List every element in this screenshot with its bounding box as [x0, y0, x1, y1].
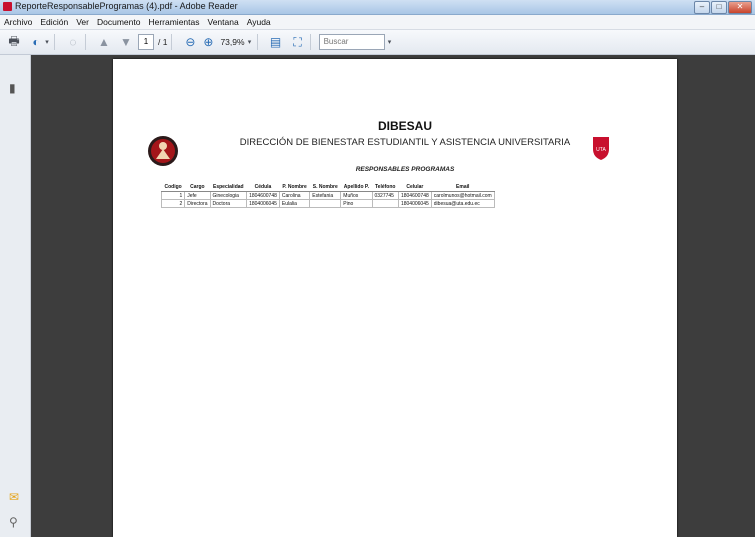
menu-documento[interactable]: Documento	[93, 17, 144, 27]
fit-page-icon[interactable]: ⛶	[290, 34, 306, 50]
menu-edicion[interactable]: Edición	[36, 17, 72, 27]
toolbar-separator	[309, 34, 311, 50]
table-cell: 2	[160, 199, 186, 208]
menu-bar: Archivo Edición Ver Documento Herramient…	[0, 15, 755, 30]
window-controls: – □ ✕	[694, 1, 752, 14]
table-cell: Pino	[340, 199, 373, 208]
comment-icon[interactable]: ◌	[65, 34, 81, 50]
table-cell: 1804600748	[246, 191, 280, 200]
comments-icon[interactable]: ✉	[9, 490, 19, 504]
page-number-input[interactable]: 1	[138, 34, 154, 50]
next-page-icon[interactable]: ▼	[118, 34, 134, 50]
document-subtitle: DIRECCIÓN DE BIENESTAR ESTUDIANTIL Y ASI…	[239, 137, 571, 148]
zoom-out-icon[interactable]: ⊖	[182, 34, 198, 50]
pdf-page: UTA DIBESAU DIRECCIÓN DE BIENESTAR ESTUD…	[113, 59, 677, 537]
search-input[interactable]: Buscar	[318, 34, 385, 50]
share-icon[interactable]: ◐	[28, 34, 44, 50]
close-button[interactable]: ✕	[728, 1, 752, 14]
adobe-reader-icon	[3, 2, 12, 11]
pages-icon[interactable]: ▮	[9, 81, 16, 95]
table-cell: Doctora	[209, 199, 248, 208]
table-cell: 1804006045	[246, 199, 280, 208]
table-header-row: Codigo Cargo Especialidad Cédula P. Nomb…	[161, 183, 495, 192]
attachments-icon[interactable]: ⚲	[9, 515, 18, 529]
column-header: Cargo	[184, 183, 211, 192]
table-cell: Jefe	[184, 191, 211, 200]
column-header: Email	[431, 183, 495, 192]
table-cell	[371, 199, 399, 208]
section-title: RESPONSABLES PROGRAMAS	[355, 166, 455, 173]
fit-width-icon[interactable]: ▤	[268, 34, 284, 50]
navigation-panel: ▮ ✉ ⚲	[0, 55, 31, 537]
menu-ver[interactable]: Ver	[72, 17, 93, 27]
previous-page-icon[interactable]: ▲	[96, 34, 112, 50]
table-cell: Eulalia	[278, 199, 311, 208]
table-cell: carolmunos@hotmail.com	[430, 191, 495, 200]
minimize-button[interactable]: –	[694, 1, 710, 14]
window-title: ReporteResponsableProgramas (4).pdf - Ad…	[15, 1, 238, 11]
column-header: Especialidad	[210, 183, 247, 192]
page-total: / 1	[158, 37, 168, 47]
maximize-button[interactable]: □	[711, 1, 727, 14]
table-cell: Carolina	[278, 191, 311, 200]
table-cell: Directora	[184, 199, 211, 208]
column-header: S. Nombre	[309, 183, 341, 192]
table-cell: Estefania	[309, 191, 342, 200]
menu-herramientas[interactable]: Herramientas	[144, 17, 203, 27]
table-cell: 1	[160, 191, 186, 200]
title-bar: ReporteResponsableProgramas (4).pdf - Ad…	[0, 0, 755, 15]
document-title: DIBESAU	[377, 119, 432, 133]
dropdown-icon[interactable]: ▾	[44, 34, 50, 50]
table-cell: 0327745	[371, 191, 399, 200]
table-row: 2 Directora Doctora 1804006045 Eulalia P…	[160, 199, 495, 208]
menu-ayuda[interactable]: Ayuda	[243, 17, 275, 27]
toolbar-separator	[85, 34, 86, 50]
column-header: Codigo	[161, 183, 185, 192]
column-header: P. Nombre	[279, 183, 310, 192]
zoom-dropdown-icon[interactable]: ▾	[247, 34, 253, 50]
table-cell: Muños	[340, 191, 373, 200]
search-dropdown-icon[interactable]: ▾	[387, 34, 393, 50]
zoom-in-icon[interactable]: ⊕	[200, 34, 216, 50]
table-cell: 1804600748	[397, 191, 432, 200]
print-icon[interactable]: 🖶	[6, 34, 22, 50]
column-header: Apellido P.	[340, 183, 372, 192]
table-row: 1 Jefe Ginecologia 1804600748 Carolina E…	[160, 191, 495, 200]
zoom-level[interactable]: 73,9%	[220, 37, 244, 47]
table-cell	[309, 199, 342, 208]
toolbar: 🖶 ◐ ▾ ◌ ▲ ▼ 1 / 1 ⊖ ⊕ 73,9% ▾ ▤ ⛶ Buscar…	[0, 30, 755, 55]
column-header: Teléfono	[372, 183, 399, 192]
menu-archivo[interactable]: Archivo	[0, 17, 36, 27]
responsables-table: Codigo Cargo Especialidad Cédula P. Nomb…	[160, 183, 495, 208]
toolbar-separator	[256, 34, 258, 50]
table-cell: 1804006045	[397, 199, 432, 208]
column-header: Celular	[398, 183, 432, 192]
toolbar-separator	[54, 34, 55, 50]
column-header: Cédula	[246, 183, 280, 192]
menu-ventana[interactable]: Ventana	[204, 17, 243, 27]
toolbar-separator	[171, 34, 173, 50]
table-cell: dibesua@uta.edu.ec	[430, 199, 495, 208]
table-cell: Ginecologia	[209, 191, 248, 200]
